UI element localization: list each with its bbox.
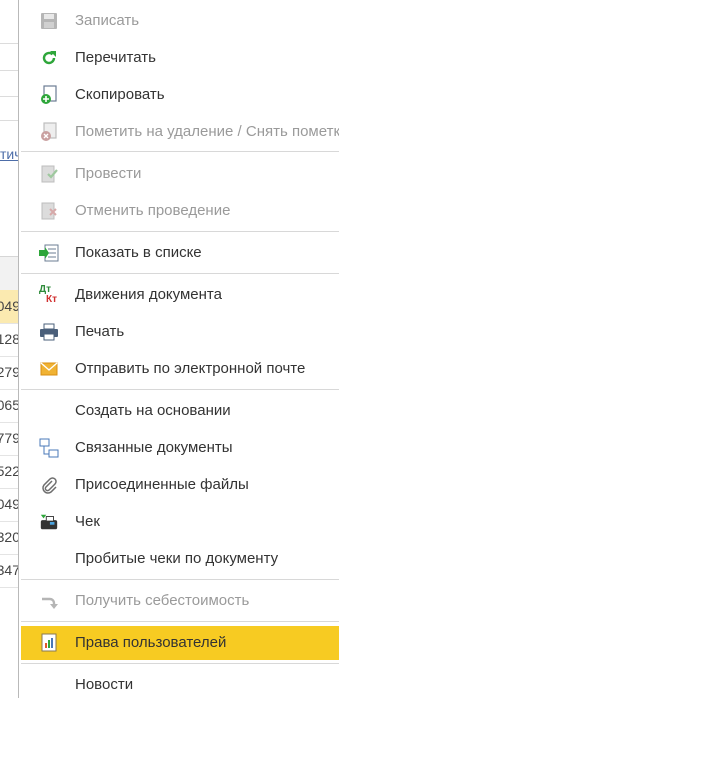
menu-item-label: Связанные документы xyxy=(75,439,233,456)
table-row[interactable]: 279 xyxy=(0,356,20,390)
menu-separator xyxy=(21,621,339,622)
menu-item-label: Показать в списке xyxy=(75,244,202,261)
kt-label: Кт xyxy=(46,294,58,305)
menu-item-label: Присоединенные файлы xyxy=(75,476,249,493)
table-row[interactable]: 522 xyxy=(0,455,20,489)
menu-item-label: Записать xyxy=(75,12,140,29)
table-header xyxy=(0,256,20,291)
print-icon xyxy=(39,323,59,341)
table-cell: 049 xyxy=(0,298,20,314)
menu-item-attached-files[interactable]: Присоединенные файлы xyxy=(21,468,339,502)
background-link[interactable]: тич xyxy=(0,146,20,162)
menu-item-label: Отправить по электронной почте xyxy=(75,360,306,377)
table-row[interactable]: 779 xyxy=(0,422,20,456)
menu-item-label: Получить себестоимость xyxy=(75,592,250,609)
table-cell: 347 xyxy=(0,562,20,578)
table-row[interactable]: 065 xyxy=(0,389,20,423)
menu-separator xyxy=(21,273,339,274)
menu-item-send-email[interactable]: Отправить по электронной почте xyxy=(21,352,339,386)
menu-item-mark-delete[interactable]: Пометить на удаление / Снять пометку xyxy=(21,115,339,149)
menu-item-label: Провести xyxy=(75,165,142,182)
context-menu: Записать Перечитать Скопировать Пометить… xyxy=(18,0,339,698)
table-cell: 320 xyxy=(0,529,20,545)
table-row[interactable]: 347 xyxy=(0,554,20,588)
post-icon xyxy=(39,165,59,183)
menu-separator xyxy=(21,389,339,390)
table-cell: 065 xyxy=(0,397,20,413)
divider xyxy=(0,70,20,71)
copy-icon xyxy=(39,85,59,104)
table-cell: 049 xyxy=(0,496,20,512)
menu-item-label: Пометить на удаление / Снять пометку xyxy=(75,123,339,140)
mark-delete-icon xyxy=(39,122,59,141)
table-row[interactable]: 049 xyxy=(0,290,20,324)
table-row[interactable]: 049 xyxy=(0,488,20,522)
menu-item-label: Чек xyxy=(75,513,100,530)
arrow-icon xyxy=(39,592,59,610)
menu-item-label: Новости xyxy=(75,676,134,693)
menu-item-unpost[interactable]: Отменить проведение xyxy=(21,194,339,228)
menu-item-label: Перечитать xyxy=(75,49,156,66)
menu-item-label: Скопировать xyxy=(75,86,165,103)
menu-item-post[interactable]: Провести xyxy=(21,157,339,191)
divider xyxy=(0,43,20,44)
related-docs-icon xyxy=(39,438,59,458)
menu-item-label: Права пользователей xyxy=(75,634,227,651)
menu-item-save[interactable]: Записать xyxy=(21,4,339,38)
menu-separator xyxy=(21,151,339,152)
menu-item-news[interactable]: Новости xyxy=(21,668,339,702)
menu-separator xyxy=(21,663,339,664)
menu-item-label: Создать на основании xyxy=(75,402,231,419)
menu-item-print[interactable]: Печать xyxy=(21,315,339,349)
save-icon xyxy=(39,12,59,30)
table-cell: 779 xyxy=(0,430,20,446)
show-in-list-icon xyxy=(39,244,59,262)
menu-separator xyxy=(21,579,339,580)
background-form: тич 049 128 279 065 779 522 049 320 347 xyxy=(0,0,20,698)
menu-item-label: Печать xyxy=(75,323,125,340)
menu-item-label: Пробитые чеки по документу xyxy=(75,550,279,567)
menu-item-user-rights[interactable]: Права пользователей xyxy=(21,626,339,660)
menu-item-document-movements[interactable]: Дт Кт Движения документа xyxy=(21,278,339,312)
unpost-icon xyxy=(39,202,59,220)
menu-item-label: Отменить проведение xyxy=(75,202,231,219)
menu-item-label: Движения документа xyxy=(75,286,222,303)
menu-item-create-based-on[interactable]: Создать на основании xyxy=(21,394,339,428)
menu-item-get-cost[interactable]: Получить себестоимость xyxy=(21,584,339,618)
table-cell: 279 xyxy=(0,364,20,380)
menu-item-show-in-list[interactable]: Показать в списке xyxy=(21,236,339,270)
divider xyxy=(0,120,20,121)
table-cell: 522 xyxy=(0,463,20,479)
user-rights-icon xyxy=(39,633,59,652)
email-icon xyxy=(39,360,59,378)
table-cell: 128 xyxy=(0,331,20,347)
divider xyxy=(0,96,20,97)
menu-item-reread[interactable]: Перечитать xyxy=(21,41,339,75)
menu-item-copy[interactable]: Скопировать xyxy=(21,78,339,112)
refresh-icon xyxy=(39,49,59,67)
menu-item-receipt[interactable]: Чек xyxy=(21,505,339,539)
dt-kt-icon: Дт Кт xyxy=(39,284,59,305)
menu-item-related-documents[interactable]: Связанные документы xyxy=(21,431,339,465)
cash-register-icon xyxy=(39,513,59,531)
menu-item-printed-receipts[interactable]: Пробитые чеки по документу xyxy=(21,542,339,576)
table-row[interactable]: 128 xyxy=(0,323,20,357)
paperclip-icon xyxy=(39,476,59,494)
menu-separator xyxy=(21,231,339,232)
table-row[interactable]: 320 xyxy=(0,521,20,555)
